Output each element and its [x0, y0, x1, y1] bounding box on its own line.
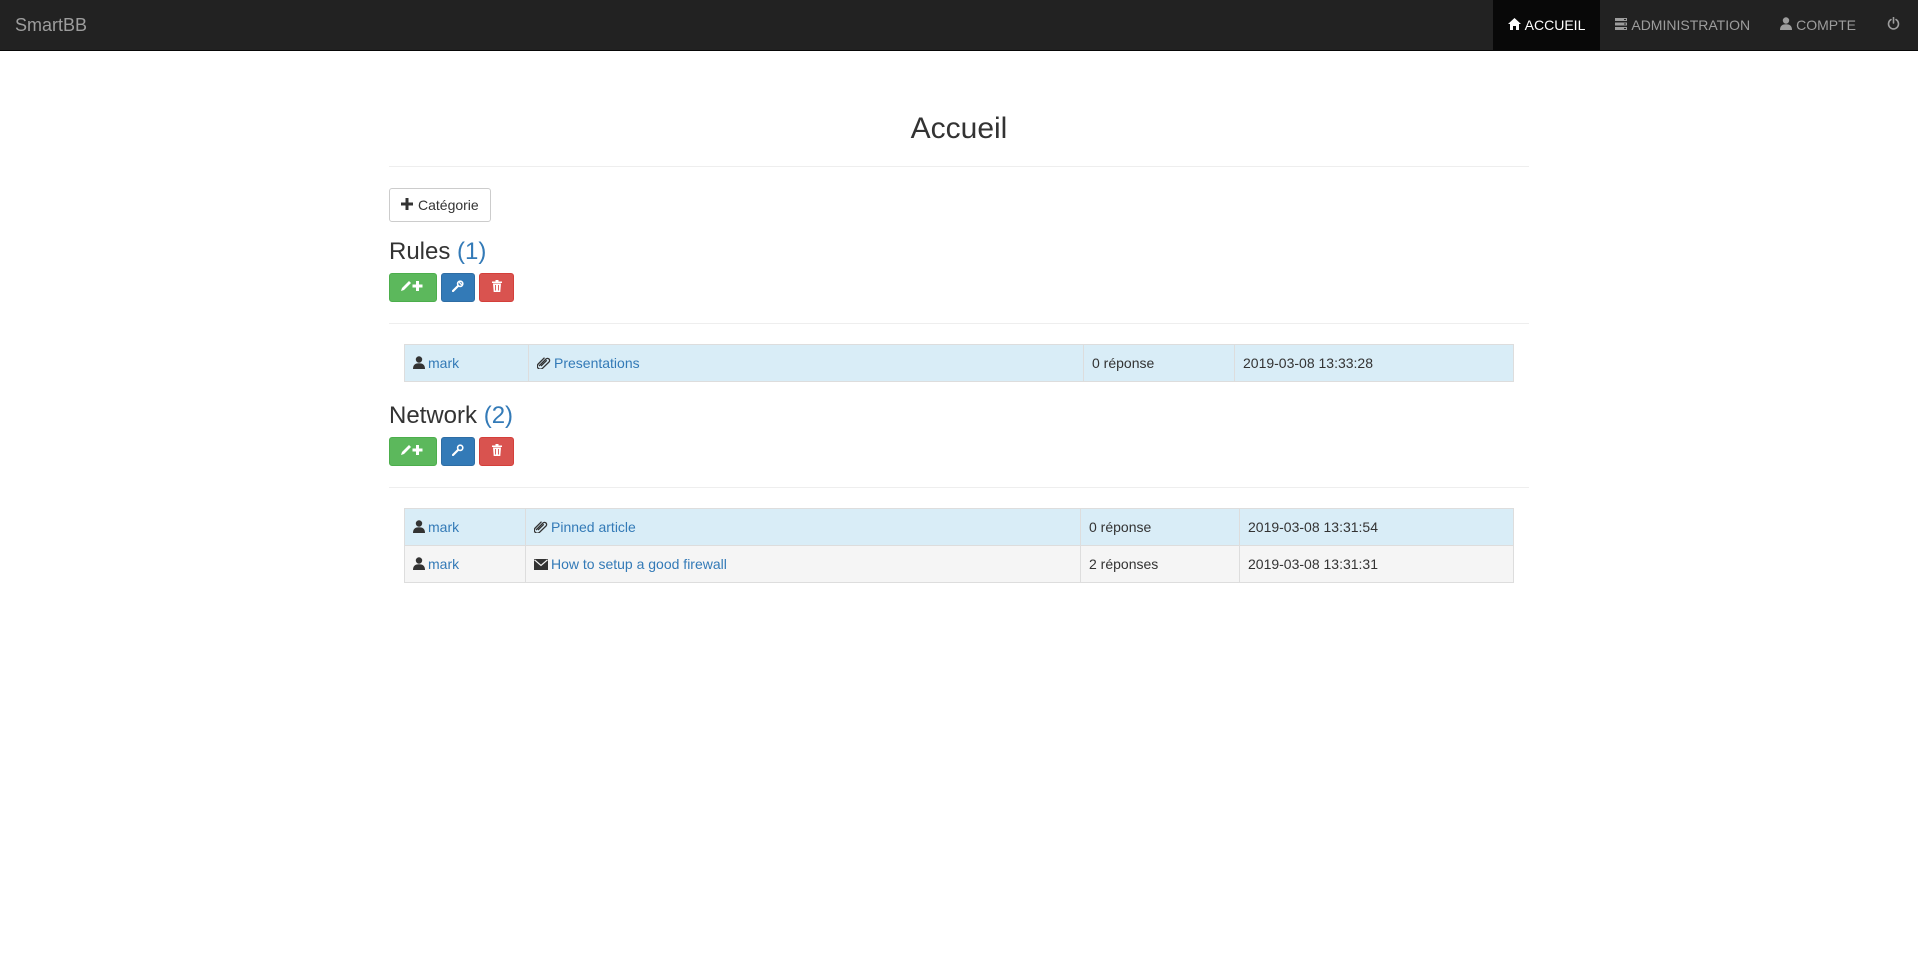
category-name: Network	[389, 402, 478, 429]
delete-category-button[interactable]	[479, 273, 514, 302]
category-title: Rules (1)	[389, 239, 1529, 265]
author-cell: mark	[404, 545, 526, 583]
plus-icon	[401, 197, 418, 213]
table-row: mark Presentations 0 réponse 2019-03-08 …	[404, 344, 1514, 382]
title-cell: Presentations	[528, 344, 1084, 382]
user-icon	[413, 556, 428, 572]
title-cell: How to setup a good firewall	[525, 545, 1081, 583]
trash-icon	[491, 444, 502, 459]
nav-item-label: ACCUEIL	[1524, 17, 1586, 33]
nav-item-accueil[interactable]: ACCUEIL	[1492, 0, 1601, 50]
nav-item-compte[interactable]: COMPTE	[1765, 0, 1871, 50]
top-navbar: SmartBB ACCUEIL ADMINISTRATION COMPTE	[0, 0, 1918, 51]
page-title: Accueil	[389, 111, 1529, 167]
wrench-icon	[451, 444, 464, 459]
replies-cell: 0 réponse	[1083, 344, 1235, 382]
category-title: Network (2)	[389, 403, 1529, 429]
user-icon	[413, 519, 428, 535]
title-cell: Pinned article	[525, 508, 1081, 546]
table-row: mark Pinned article 0 réponse 2019-03-08…	[404, 508, 1514, 546]
divider	[389, 323, 1529, 324]
replies-cell: 2 réponses	[1080, 545, 1240, 583]
category-actions	[389, 273, 1529, 302]
edit-category-button[interactable]	[441, 437, 475, 466]
power-icon	[1887, 16, 1904, 33]
category-section: Network (2) mark Pinned article 0 répons…	[389, 403, 1529, 583]
nav-item-label: COMPTE	[1796, 17, 1856, 33]
date-cell: 2019-03-08 13:31:54	[1239, 508, 1514, 546]
table-row: mark How to setup a good firewall 2 répo…	[404, 545, 1514, 583]
category-count-link[interactable]: (1)	[457, 238, 486, 265]
main-nav: ACCUEIL ADMINISTRATION COMPTE	[1492, 0, 1918, 50]
server-icon	[1615, 17, 1631, 33]
paperclip-icon	[533, 519, 551, 535]
replies-cell: 0 réponse	[1080, 508, 1240, 546]
divider	[389, 487, 1529, 488]
envelope-icon	[534, 556, 551, 572]
edit-category-button[interactable]	[441, 273, 475, 302]
brand-link[interactable]: SmartBB	[15, 0, 87, 50]
topic-link[interactable]: Presentations	[554, 355, 640, 371]
delete-category-button[interactable]	[479, 437, 514, 466]
main-container: Accueil Catégorie Rules (1) mark Present…	[389, 51, 1529, 583]
topic-link[interactable]: Pinned article	[551, 519, 636, 535]
author-link[interactable]: mark	[428, 556, 459, 572]
topic-link[interactable]: How to setup a good firewall	[551, 556, 727, 572]
pencil-plus-icon	[400, 444, 426, 459]
category-section: Rules (1) mark Presentations 0 réponse 2…	[389, 239, 1529, 382]
new-topic-button[interactable]	[389, 437, 437, 466]
home-icon	[1507, 17, 1525, 33]
new-topic-button[interactable]	[389, 273, 437, 302]
author-cell: mark	[404, 508, 526, 546]
category-name: Rules	[389, 238, 451, 265]
category-actions	[389, 437, 1529, 466]
nav-item-administration[interactable]: ADMINISTRATION	[1600, 0, 1765, 50]
trash-icon	[491, 280, 502, 295]
paperclip-icon	[536, 355, 554, 371]
nav-item-label: ADMINISTRATION	[1631, 17, 1751, 33]
user-icon	[413, 355, 428, 371]
author-link[interactable]: mark	[428, 355, 459, 371]
date-cell: 2019-03-08 13:33:28	[1234, 344, 1514, 382]
user-icon	[1780, 17, 1796, 33]
topics-table: mark Presentations 0 réponse 2019-03-08 …	[404, 344, 1514, 382]
pencil-plus-icon	[400, 280, 426, 295]
date-cell: 2019-03-08 13:31:31	[1239, 545, 1514, 583]
wrench-icon	[451, 280, 464, 295]
author-cell: mark	[404, 344, 529, 382]
add-category-label: Catégorie	[418, 197, 479, 213]
author-link[interactable]: mark	[428, 519, 459, 535]
add-category-button[interactable]: Catégorie	[389, 188, 491, 222]
category-count-link[interactable]: (2)	[484, 402, 513, 429]
logout-button[interactable]	[1871, 0, 1918, 50]
topics-table: mark Pinned article 0 réponse 2019-03-08…	[404, 508, 1514, 583]
